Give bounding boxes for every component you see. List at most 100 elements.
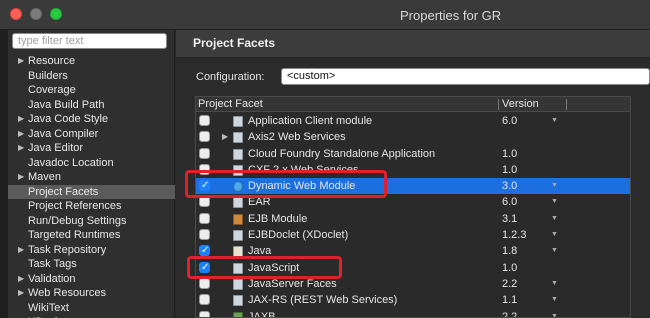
sidebar-item[interactable]: ▶ Java Code Style: [8, 112, 175, 127]
sidebar-item[interactable]: ▶ Resource: [8, 54, 175, 69]
facet-checkbox[interactable]: [199, 277, 210, 289]
sidebar-item[interactable]: Task Tags: [8, 257, 175, 272]
facet-checkbox[interactable]: [199, 147, 210, 159]
filter-input[interactable]: [13, 34, 166, 48]
expand-arrow-icon[interactable]: ▶: [18, 170, 24, 185]
sidebar-item-label: Javadoc Location: [28, 156, 114, 169]
facet-row[interactable]: JAXB 2.2 ▼: [196, 309, 630, 318]
sidebar-item[interactable]: ▶ Java Compiler: [8, 127, 175, 142]
expand-arrow-icon[interactable]: ▶: [18, 112, 24, 127]
close-window-button[interactable]: [10, 8, 22, 20]
facet-checkbox[interactable]: [199, 294, 210, 306]
sidebar-item-label: Java Code Style: [28, 113, 109, 125]
facet-row[interactable]: EJBDoclet (XDoclet) 1.2.3 ▼: [196, 227, 630, 243]
facet-checkbox[interactable]: [199, 212, 210, 224]
facet-row[interactable]: JAX-RS (REST Web Services) 1.1 ▼: [196, 292, 630, 308]
column-divider[interactable]: [498, 99, 499, 110]
minimize-window-button[interactable]: [30, 8, 42, 20]
zoom-window-button[interactable]: [50, 8, 62, 20]
version-dropdown-icon[interactable]: ▼: [551, 113, 558, 129]
preferences-sidebar: ▶ Resource Builders Coverage Java Build Path…: [8, 30, 175, 318]
facet-version[interactable]: 1.1: [502, 292, 517, 308]
sidebar-item[interactable]: Targeted Runtimes: [8, 228, 175, 243]
module-icon: [233, 295, 243, 307]
sidebar-item-label: WikiText: [28, 301, 69, 314]
column-header-version[interactable]: Version: [502, 98, 539, 110]
filter-field[interactable]: [12, 33, 167, 49]
sidebar-item[interactable]: Run/Debug Settings: [8, 214, 175, 229]
facet-version[interactable]: 3.0: [502, 178, 517, 194]
version-dropdown-icon[interactable]: ▼: [551, 211, 558, 227]
facet-name: Cloud Foundry Standalone Application: [248, 147, 436, 160]
sidebar-item[interactable]: ▶ Validation: [8, 272, 175, 287]
sidebar-item[interactable]: Project References: [8, 199, 175, 214]
facet-version[interactable]: 1.0: [502, 146, 517, 162]
sidebar-item[interactable]: Project Facets: [8, 184, 175, 199]
sidebar-item[interactable]: Java Build Path: [8, 98, 175, 113]
version-dropdown-icon[interactable]: ▼: [551, 276, 558, 292]
facet-row[interactable]: ▶ Axis2 Web Services: [196, 129, 630, 145]
facet-name: JAX-RS (REST Web Services): [248, 294, 398, 307]
sidebar-item[interactable]: Javadoc Location: [8, 156, 175, 171]
sidebar-item-label: Resource: [28, 55, 76, 67]
facet-version[interactable]: 1.0: [502, 260, 517, 276]
expand-arrow-icon[interactable]: ▶: [18, 54, 24, 69]
sidebar-item-label: Java Compiler: [28, 127, 99, 140]
facet-version[interactable]: 2.2: [502, 309, 517, 317]
expand-arrow-icon[interactable]: ▶: [18, 286, 24, 301]
module-icon: [233, 148, 243, 160]
sidebar-item[interactable]: ▶ Java Editor: [8, 141, 175, 156]
sidebar-item[interactable]: ▶ Web Resources: [8, 286, 175, 301]
sidebar-item-label: Validation: [28, 272, 76, 285]
facet-version[interactable]: 1.8: [502, 243, 517, 259]
sidebar-item-label: Project References: [28, 200, 122, 212]
facets-table-header: Project Facet Version: [196, 97, 630, 112]
facet-version[interactable]: 3.1: [502, 211, 517, 227]
facet-row[interactable]: Application Client module 6.0 ▼: [196, 113, 630, 129]
facet-version[interactable]: 2.2: [502, 276, 517, 292]
facet-name: Axis2 Web Services: [248, 131, 346, 144]
module-icon: [233, 116, 243, 127]
facet-name: JAXB: [248, 310, 276, 318]
jaxb-icon: [233, 311, 243, 317]
version-dropdown-icon[interactable]: ▼: [551, 292, 558, 308]
expand-arrow-icon[interactable]: ▶: [18, 127, 24, 142]
facet-name: EJBDoclet (XDoclet): [248, 229, 349, 242]
facet-row[interactable]: EJB Module 3.1 ▼: [196, 211, 630, 227]
module-icon: [233, 197, 243, 209]
expand-arrow-icon[interactable]: ▶: [18, 272, 24, 287]
facet-checkbox[interactable]: [199, 243, 210, 260]
facet-version[interactable]: 6.0: [502, 194, 517, 210]
facet-checkbox[interactable]: [199, 131, 210, 143]
expand-arrow-icon[interactable]: ▶: [18, 243, 24, 258]
facet-checkbox[interactable]: [199, 115, 210, 126]
sidebar-item-label: Java Editor: [28, 142, 84, 154]
version-dropdown-icon[interactable]: ▼: [551, 194, 558, 210]
sidebar-item[interactable]: ▶ Maven: [8, 170, 175, 185]
configuration-select[interactable]: <custom>: [281, 68, 650, 85]
sidebar-item[interactable]: Builders: [8, 69, 175, 84]
facets-table: Project Facet Version Application Client…: [195, 96, 631, 318]
facet-version[interactable]: 1.2.3: [502, 227, 526, 243]
facet-version[interactable]: 6.0: [502, 113, 517, 129]
facet-row[interactable]: Cloud Foundry Standalone Application 1.0: [196, 146, 630, 162]
sidebar-item-label: Run/Debug Settings: [28, 214, 127, 227]
facet-checkbox[interactable]: [199, 310, 210, 317]
expand-arrow-icon[interactable]: ▶: [222, 129, 228, 145]
version-dropdown-icon[interactable]: ▼: [551, 309, 558, 317]
column-divider[interactable]: [566, 99, 567, 110]
sidebar-item[interactable]: WikiText: [8, 301, 175, 316]
page-title: Project Facets: [193, 36, 276, 50]
expand-arrow-icon[interactable]: ▶: [18, 141, 24, 156]
ejb-icon: [233, 213, 243, 225]
version-dropdown-icon[interactable]: ▼: [551, 178, 558, 194]
highlight-box-javascript: [187, 256, 342, 279]
facet-version[interactable]: 1.0: [502, 162, 517, 178]
sidebar-item[interactable]: Coverage: [8, 83, 175, 98]
column-header-project-facet[interactable]: Project Facet: [198, 98, 263, 110]
version-dropdown-icon[interactable]: ▼: [551, 227, 558, 243]
facet-checkbox[interactable]: [199, 196, 210, 208]
version-dropdown-icon[interactable]: ▼: [551, 243, 558, 259]
sidebar-item[interactable]: ▶ Task Repository: [8, 243, 175, 258]
facet-checkbox[interactable]: [199, 229, 210, 241]
